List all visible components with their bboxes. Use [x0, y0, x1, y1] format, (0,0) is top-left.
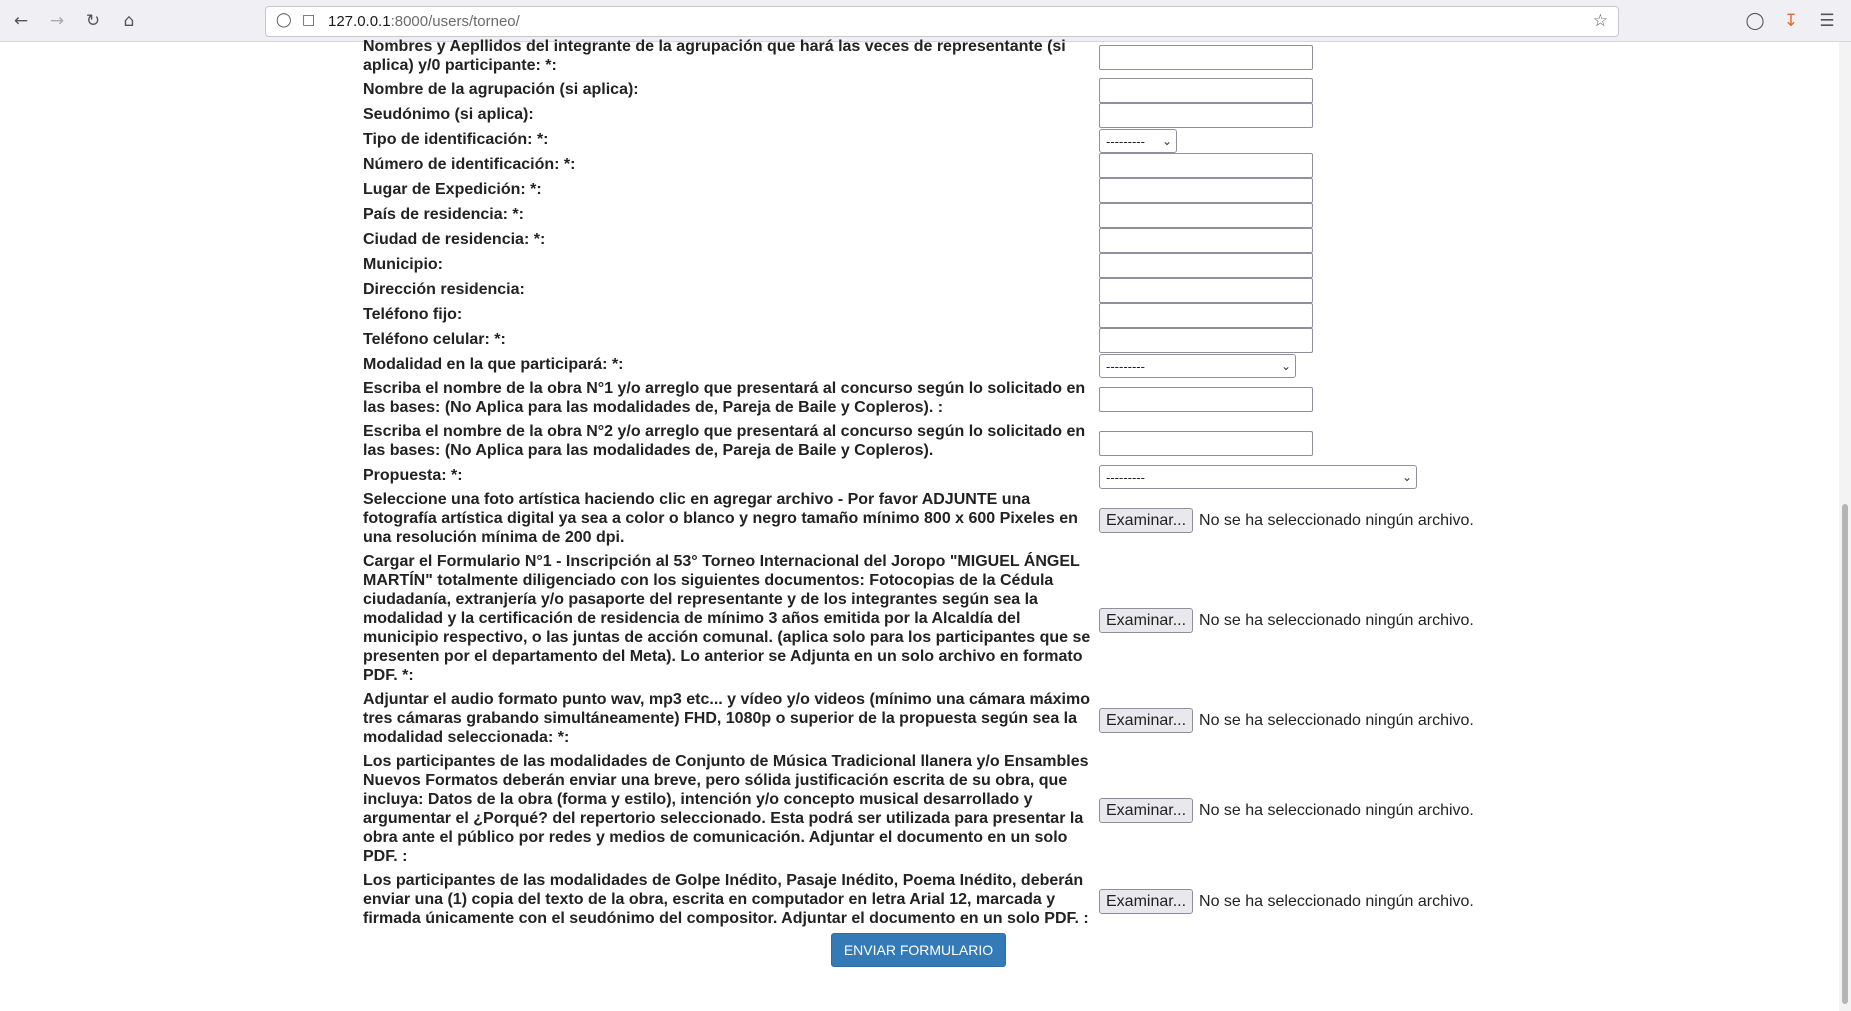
obra-2-input[interactable]	[1099, 431, 1313, 456]
field-label-telefono-fijo: Teléfono fijo:	[363, 306, 463, 323]
file-status-text: No se ha seleccionado ningún archivo.	[1199, 711, 1474, 729]
forward-icon[interactable]: →	[45, 9, 69, 33]
chevron-down-icon: ⌄	[1280, 359, 1292, 373]
field-label-audio-video: Adjuntar el audio formato punto wav, mp3…	[363, 691, 1090, 746]
file-status-text: No se ha seleccionado ningún archivo.	[1199, 511, 1474, 529]
field-label-representante: Nombres y Aepllidos del integrante de la…	[363, 38, 1066, 74]
formulario-1-browse-button[interactable]: Examinar...	[1099, 608, 1194, 633]
formulario-1-file-input[interactable]: Examinar... No se ha seleccionado ningún…	[1099, 608, 1474, 633]
texto-obra-browse-button[interactable]: Examinar...	[1099, 889, 1194, 914]
field-label-texto-obra: Los participantes de las modalidades de …	[363, 872, 1089, 927]
scroll-thumb[interactable]	[1842, 504, 1848, 1004]
lugar-expedicion-input[interactable]	[1099, 178, 1313, 203]
url-path: :8000/users/torneo/	[390, 13, 520, 30]
field-label-pais-residencia: País de residencia: *:	[363, 206, 524, 223]
modalidad-value: ---------	[1106, 358, 1145, 374]
tipo-identificacion-select[interactable]: --------- ⌄	[1099, 129, 1177, 153]
municipio-input[interactable]	[1099, 253, 1313, 278]
home-icon[interactable]: ⌂	[117, 9, 141, 33]
field-label-numero-identificacion: Número de identificación: *:	[363, 156, 576, 173]
field-label-agrupacion: Nombre de la agrupación (si aplica):	[363, 81, 639, 98]
field-label-foto-artistica: Seleccione una foto artística haciendo c…	[363, 491, 1078, 546]
field-label-tipo-identificacion: Tipo de identificación: *:	[363, 131, 549, 148]
field-label-lugar-expedicion: Lugar de Expedición: *:	[363, 181, 542, 198]
obra-1-input[interactable]	[1099, 387, 1313, 412]
telefono-celular-input[interactable]	[1099, 328, 1313, 353]
texto-obra-file-input[interactable]: Examinar... No se ha seleccionado ningún…	[1099, 889, 1474, 914]
file-status-text: No se ha seleccionado ningún archivo.	[1199, 892, 1474, 910]
file-status-text: No se ha seleccionado ningún archivo.	[1199, 611, 1474, 629]
foto-artistica-browse-button[interactable]: Examinar...	[1099, 508, 1194, 533]
field-label-propuesta: Propuesta: *:	[363, 467, 463, 484]
field-label-obra-2: Escriba el nombre de la obra N°2 y/o arr…	[363, 423, 1086, 459]
field-label-ciudad-residencia: Ciudad de residencia: *:	[363, 231, 546, 248]
menu-icon[interactable]: ☰	[1815, 9, 1839, 33]
tipo-identificacion-value: ---------	[1106, 133, 1145, 149]
field-label-modalidad: Modalidad en la que participará: *:	[363, 356, 624, 373]
chevron-down-icon: ⌄	[1161, 134, 1173, 148]
field-label-telefono-celular: Teléfono celular: *:	[363, 331, 506, 348]
justificacion-file-input[interactable]: Examinar... No se ha seleccionado ningún…	[1099, 798, 1474, 823]
browser-toolbar: ← → ↻ ⌂ ◯ □ 127.0.0.1:8000/users/torneo/…	[0, 0, 1851, 42]
pais-residencia-input[interactable]	[1099, 203, 1313, 228]
chevron-down-icon: ⌄	[1401, 470, 1413, 484]
download-icon[interactable]: ↧	[1779, 9, 1803, 33]
seudonimo-input[interactable]	[1099, 103, 1313, 128]
pocket-icon[interactable]: ◯	[1743, 9, 1767, 33]
audio-video-browse-button[interactable]: Examinar...	[1099, 708, 1194, 733]
agrupacion-input[interactable]	[1099, 78, 1313, 103]
modalidad-select[interactable]: --------- ⌄	[1099, 354, 1296, 378]
ciudad-residencia-input[interactable]	[1099, 228, 1313, 253]
url-text[interactable]: 127.0.0.1:8000/users/torneo/	[328, 13, 520, 30]
back-icon[interactable]: ←	[9, 9, 33, 33]
reload-icon[interactable]: ↻	[81, 9, 105, 33]
representante-input[interactable]	[1099, 45, 1313, 70]
field-label-obra-1: Escriba el nombre de la obra N°1 y/o arr…	[363, 380, 1086, 416]
foto-artistica-file-input[interactable]: Examinar... No se ha seleccionado ningún…	[1099, 508, 1474, 533]
numero-identificacion-input[interactable]	[1099, 153, 1313, 178]
justificacion-browse-button[interactable]: Examinar...	[1099, 798, 1194, 823]
page-info-icon[interactable]: □	[302, 12, 315, 28]
submit-button[interactable]: ENVIAR FORMULARIO	[831, 933, 1006, 967]
field-label-justificacion: Los participantes de las modalidades de …	[363, 753, 1089, 865]
url-host: 127.0.0.1	[328, 13, 391, 30]
field-label-direccion: Dirección residencia:	[363, 281, 525, 298]
url-bar[interactable]: ◯ □ 127.0.0.1:8000/users/torneo/ ☆	[265, 6, 1619, 37]
field-label-municipio: Municipio:	[363, 256, 443, 273]
file-status-text: No se ha seleccionado ningún archivo.	[1199, 801, 1474, 819]
bookmark-star-icon[interactable]: ☆	[1593, 11, 1608, 31]
page-scrollbar[interactable]	[1839, 42, 1851, 1011]
shield-icon[interactable]: ◯	[276, 12, 292, 28]
field-label-formulario-1: Cargar el Formulario N°1 - Inscripción a…	[363, 553, 1091, 684]
field-label-seudonimo: Seudónimo (si aplica):	[363, 106, 534, 123]
audio-video-file-input[interactable]: Examinar... No se ha seleccionado ningún…	[1099, 708, 1474, 733]
propuesta-value: ---------	[1106, 469, 1145, 485]
direccion-input[interactable]	[1099, 278, 1313, 303]
telefono-fijo-input[interactable]	[1099, 303, 1313, 328]
propuesta-select[interactable]: --------- ⌄	[1099, 465, 1417, 489]
